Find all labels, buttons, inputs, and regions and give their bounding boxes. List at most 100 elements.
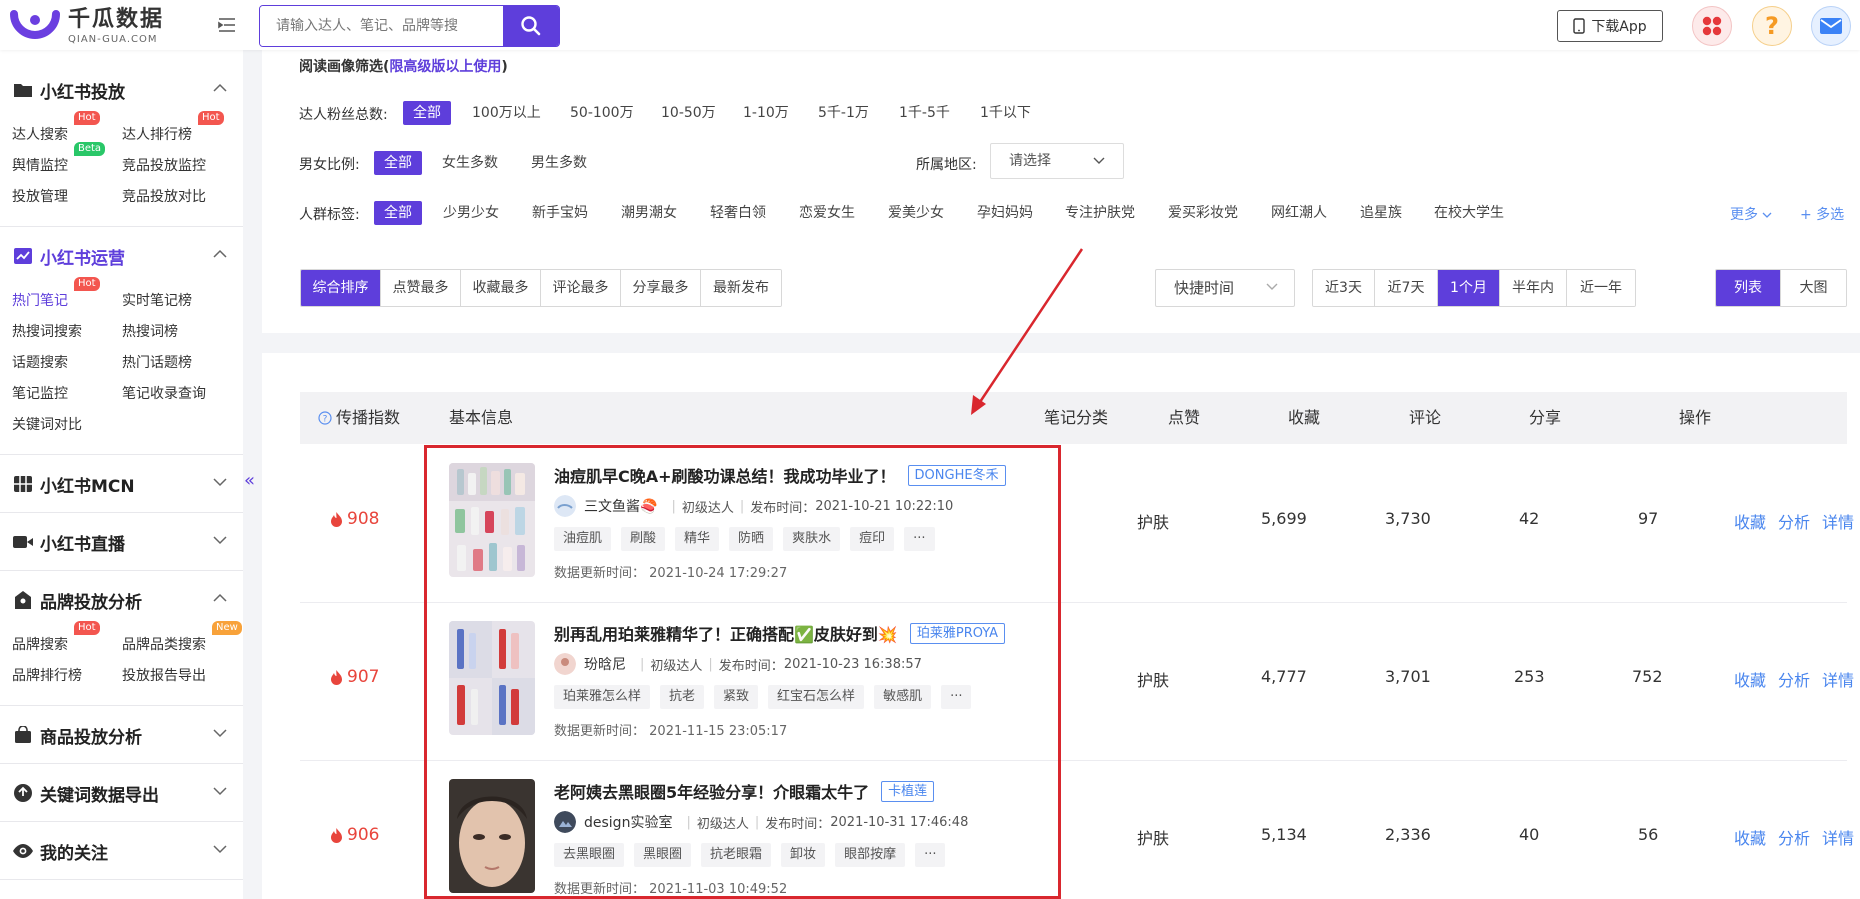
more-keywords[interactable]: ··· — [904, 527, 935, 551]
keyword-tag[interactable]: 抗老眼霜 — [701, 843, 772, 867]
sort-option[interactable]: 综合排序 — [301, 270, 381, 306]
col-shares[interactable]: 分享 — [1529, 392, 1561, 444]
sidebar-item-competitor-compare[interactable]: 竞品投放对比 — [122, 186, 206, 206]
collect-link[interactable]: 收藏 — [1734, 825, 1766, 849]
sidebar-section-xhs-live[interactable]: 小红书直播 — [0, 524, 243, 560]
analyze-link[interactable]: 分析 — [1778, 509, 1810, 533]
detail-link[interactable]: 详情 — [1822, 509, 1854, 533]
crowd-option[interactable]: 新手宝妈 — [532, 201, 588, 225]
range-option[interactable]: 近7天 — [1375, 270, 1438, 306]
sidebar-item-note-monitor[interactable]: 笔记监控 — [12, 383, 68, 403]
crowd-option[interactable]: 爱美少女 — [888, 201, 944, 225]
crowd-option[interactable]: 恋爱女生 — [799, 201, 855, 225]
view-option-grid[interactable]: 大图 — [1781, 270, 1846, 306]
sidebar-collapse-icon[interactable]: « — [244, 470, 255, 491]
region-select[interactable]: 请选择 — [990, 143, 1124, 179]
range-option[interactable]: 半年内 — [1500, 270, 1567, 306]
crowd-option[interactable]: 少男少女 — [443, 201, 499, 225]
author-name[interactable]: 三文鱼酱🍣 — [584, 496, 657, 516]
crowd-option[interactable]: 在校大学生 — [1434, 201, 1504, 225]
keyword-tag[interactable]: 去黑眼圈 — [554, 843, 625, 867]
range-option[interactable]: 1个月 — [1438, 270, 1500, 306]
sidebar-item-keyword-compare[interactable]: 关键词对比 — [12, 414, 82, 434]
detail-link[interactable]: 详情 — [1822, 825, 1854, 849]
premium-link[interactable]: 限高级版以上使用 — [389, 59, 501, 75]
sidebar-section-keyword-export[interactable]: 关键词数据导出 — [0, 775, 243, 811]
author-name[interactable]: 玢晗尼 — [584, 654, 626, 674]
fans-option[interactable]: 5千-1万 — [818, 101, 869, 125]
note-title-link[interactable]: 别再乱用珀莱雅精华了！正确搭配✅皮肤好到💥 珀莱雅PROYA — [554, 621, 1006, 645]
note-cover-image[interactable] — [449, 463, 535, 577]
sidebar-item-sentiment[interactable]: 舆情监控 Beta — [12, 142, 106, 175]
sidebar-item-hot-notes[interactable]: 热门笔记 Hot — [12, 277, 100, 310]
sidebar-item-kol-rank[interactable]: 达人排行榜 Hot — [122, 111, 224, 144]
note-title-link[interactable]: 油痘肌早C晚A+刷酸功课总结！我成功毕业了！ DONGHE冬禾 — [554, 463, 1006, 487]
sidebar-item-topic-search[interactable]: 话题搜索 — [12, 352, 68, 372]
sidebar-item-note-index[interactable]: 笔记收录查询 — [122, 383, 206, 403]
sort-option[interactable]: 分享最多 — [621, 270, 701, 306]
sidebar-item-kol-search[interactable]: 达人搜索 Hot — [12, 111, 100, 144]
crowd-option[interactable]: 追星族 — [1360, 201, 1402, 225]
keyword-tag[interactable]: 防晒 — [729, 527, 774, 551]
view-option-list[interactable]: 列表 — [1716, 270, 1781, 306]
collect-link[interactable]: 收藏 — [1734, 509, 1766, 533]
keyword-tag[interactable]: 敏感肌 — [874, 685, 932, 709]
keyword-tag[interactable]: 眼部按摩 — [835, 843, 906, 867]
sidebar-item-realtime-notes[interactable]: 实时笔记榜 — [122, 290, 192, 310]
avatar[interactable] — [554, 653, 576, 675]
sidebar-section-xhs-ops[interactable]: 小红书运营 — [0, 238, 243, 274]
col-collects[interactable]: 收藏 — [1288, 392, 1320, 444]
download-app-button[interactable]: 下载App — [1557, 10, 1663, 42]
avatar[interactable] — [554, 811, 576, 833]
keyword-tag[interactable]: 珀莱雅怎么样 — [554, 685, 651, 709]
sidebar-section-my-follow[interactable]: 我的关注 — [0, 833, 243, 869]
keyword-tag[interactable]: 抗老 — [660, 685, 705, 709]
fans-option[interactable]: 10-50万 — [661, 101, 716, 125]
crowd-option[interactable]: 全部 — [374, 201, 422, 225]
range-option[interactable]: 近一年 — [1567, 270, 1635, 306]
crowd-option[interactable]: 孕妇妈妈 — [977, 201, 1033, 225]
keyword-tag[interactable]: 红宝石怎么样 — [768, 685, 865, 709]
sidebar-section-goods-analysis[interactable]: 商品投放分析 — [0, 717, 243, 753]
crowd-option[interactable]: 轻奢白领 — [710, 201, 766, 225]
collect-link[interactable]: 收藏 — [1734, 667, 1766, 691]
sidebar-item-competitor-monitor[interactable]: 竞品投放监控 — [122, 155, 206, 175]
crowd-option[interactable]: 潮男潮女 — [621, 201, 677, 225]
keyword-tag[interactable]: 紧致 — [714, 685, 759, 709]
sidebar-item-hot-search[interactable]: 热搜词搜索 — [12, 321, 82, 341]
analyze-link[interactable]: 分析 — [1778, 825, 1810, 849]
sort-option[interactable]: 评论最多 — [541, 270, 621, 306]
gender-option[interactable]: 男生多数 — [531, 151, 587, 175]
col-spread-index[interactable]: ? 传播指数 — [318, 392, 400, 444]
brand-badge[interactable]: 珀莱雅PROYA — [909, 622, 1006, 644]
author-name[interactable]: design实验室 — [584, 812, 672, 832]
more-keywords[interactable]: ··· — [915, 843, 946, 867]
crowd-option[interactable]: 网红潮人 — [1271, 201, 1327, 225]
col-likes[interactable]: 点赞 — [1168, 392, 1200, 444]
search-button[interactable] — [503, 6, 559, 46]
fans-option[interactable]: 1千以下 — [980, 101, 1031, 125]
fans-option[interactable]: 全部 — [403, 101, 451, 125]
quick-time-select[interactable]: 快捷时间 — [1155, 269, 1295, 307]
col-comments[interactable]: 评论 — [1409, 392, 1441, 444]
note-cover-image[interactable] — [449, 621, 535, 735]
keyword-tag[interactable]: 痘印 — [850, 527, 895, 551]
fans-option[interactable]: 1千-5千 — [899, 101, 950, 125]
detail-link[interactable]: 详情 — [1822, 667, 1854, 691]
keyword-tag[interactable]: 油痘肌 — [554, 527, 612, 551]
keyword-tag[interactable]: 精华 — [675, 527, 720, 551]
sidebar-item-hot-topic-rank[interactable]: 热门话题榜 — [122, 352, 192, 372]
menu-collapse-icon[interactable] — [216, 14, 238, 40]
gender-option[interactable]: 女生多数 — [442, 151, 498, 175]
logo[interactable]: 千瓜数据 QIAN-GUA.COM — [10, 6, 164, 46]
sort-option[interactable]: 最新发布 — [701, 270, 781, 306]
gender-option[interactable]: 全部 — [374, 151, 422, 175]
more-tags-link[interactable]: 更多 — [1730, 204, 1772, 224]
sidebar-item-brand-search[interactable]: 品牌搜索 Hot — [12, 621, 100, 654]
sidebar-item-brand-category-search[interactable]: 品牌品类搜索 New — [122, 621, 242, 654]
help-button[interactable]: ? — [1752, 6, 1792, 46]
crowd-option[interactable]: 专注护肤党 — [1065, 201, 1135, 225]
sidebar-section-brand-analysis[interactable]: 品牌投放分析 — [0, 582, 243, 618]
analyze-link[interactable]: 分析 — [1778, 667, 1810, 691]
keyword-tag[interactable]: 爽肤水 — [783, 527, 841, 551]
